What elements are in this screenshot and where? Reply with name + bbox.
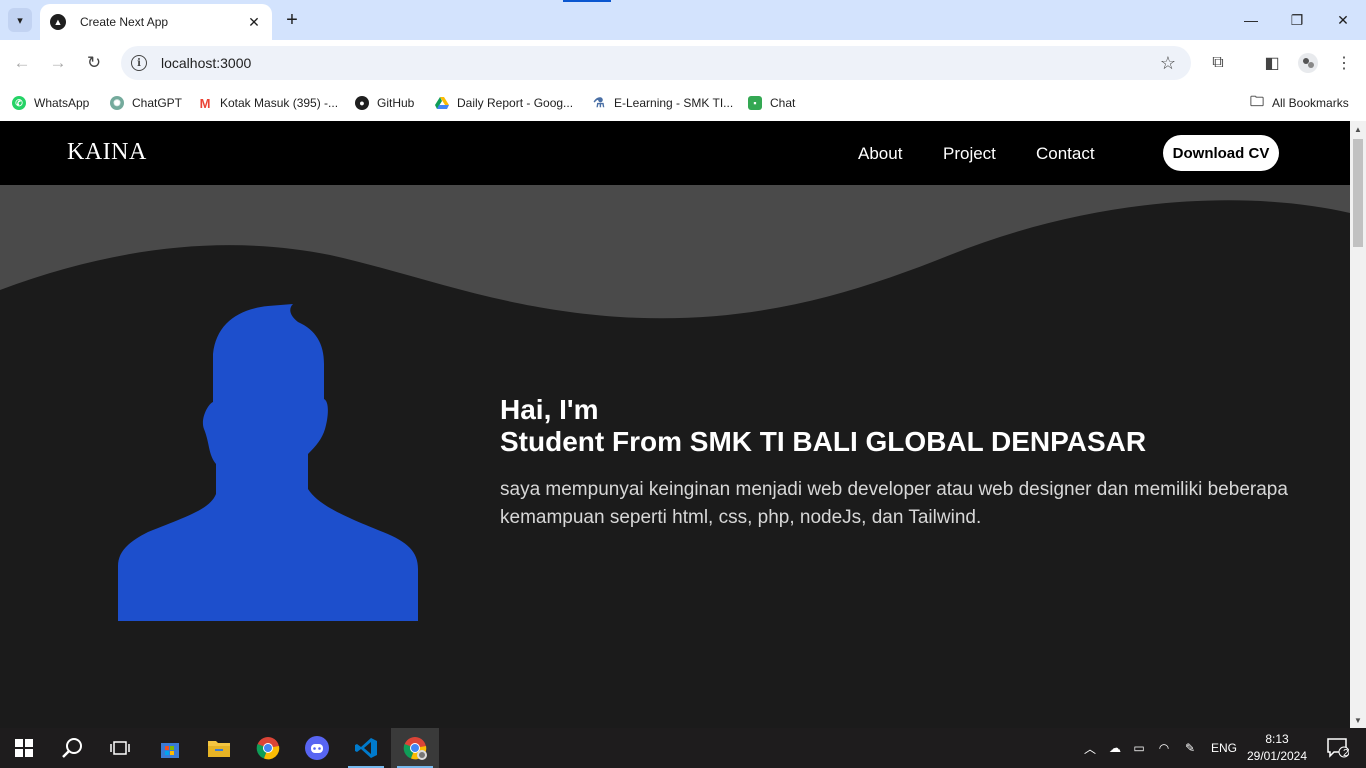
folder-icon: 🗀 [1250, 93, 1264, 109]
bookmark-label: Kotak Masuk (395) -... [220, 96, 339, 110]
bookmark-label: ChatGPT [132, 96, 183, 110]
tabstrip-accent [563, 0, 611, 2]
url-text[interactable]: localhost:3000 [161, 55, 1153, 71]
clock-date: 29/01/2024 [1246, 749, 1308, 763]
menu-kebab-icon[interactable]: ⋮ [1329, 48, 1359, 78]
bookmark-label: WhatsApp [34, 96, 90, 110]
back-button[interactable]: ← [7, 48, 37, 78]
tab-strip: ▾ ▲ Create Next App ✕ + — ❐ ✕ [0, 0, 1366, 40]
restore-button[interactable]: ❐ [1274, 0, 1320, 40]
address-bar[interactable]: i localhost:3000 ☆ [121, 46, 1191, 80]
discord-icon[interactable] [293, 728, 341, 768]
page-scrollbar[interactable]: ▲ ▼ [1350, 121, 1366, 728]
notification-count-badge: 2 [1343, 748, 1349, 759]
language-indicator[interactable]: ENG [1208, 728, 1240, 768]
gmail-icon: M [199, 95, 211, 111]
bookmark-elearning[interactable]: ⚗ E-Learning - SMK TI... [592, 93, 733, 113]
tab-close-icon[interactable]: ✕ [242, 10, 266, 34]
bookmark-daily-report[interactable]: Daily Report - Goog... [435, 93, 573, 113]
bookmark-chat[interactable]: ▪ Chat [748, 93, 795, 113]
hero-title: Student From SMK TI BALI GLOBAL DENPASAR [500, 426, 1147, 457]
nextjs-favicon-icon: ▲ [50, 14, 66, 30]
bookmark-star-icon[interactable]: ☆ [1153, 48, 1183, 78]
chatgpt-icon: ✺ [110, 96, 124, 110]
minimize-button[interactable]: — [1228, 0, 1274, 40]
scroll-thumb[interactable] [1353, 139, 1363, 247]
bookmarks-bar: ✆ WhatsApp ✺ ChatGPT M Kotak Masuk (395)… [0, 86, 1366, 121]
whatsapp-icon: ✆ [12, 96, 26, 110]
google-chat-icon: ▪ [748, 96, 762, 110]
window-close-button[interactable]: ✕ [1320, 0, 1366, 40]
hero-greeting: Hai, I'm [500, 394, 599, 425]
file-explorer-icon[interactable] [195, 728, 243, 768]
chrome-profile-icon[interactable] [391, 728, 439, 768]
pen-icon[interactable]: ✎ [1179, 728, 1201, 768]
reload-button[interactable]: ↻ [79, 48, 109, 78]
bookmark-gmail[interactable]: M Kotak Masuk (395) -... [198, 93, 338, 113]
all-bookmarks-label: All Bookmarks [1272, 96, 1349, 110]
browser-chrome: ▾ ▲ Create Next App ✕ + — ❐ ✕ ← → ↻ i lo… [0, 0, 1366, 121]
site-info-icon[interactable]: i [131, 55, 147, 71]
tab-title: Create Next App [80, 15, 169, 29]
chrome-icon[interactable] [244, 728, 292, 768]
notification-center-icon[interactable]: 2 [1320, 728, 1356, 768]
bookmark-label: E-Learning - SMK TI... [614, 96, 734, 110]
bookmark-label: GitHub [377, 96, 415, 110]
nav-link-project[interactable]: Project [943, 144, 996, 164]
extensions-icon[interactable]: ⧉ [1203, 48, 1233, 78]
bookmark-chatgpt[interactable]: ✺ ChatGPT [110, 93, 182, 113]
hero-description: saya mempunyai keinginan menjadi web dev… [500, 479, 1288, 528]
hero-text: Hai, I'm Student From SMK TI BALI GLOBAL… [500, 394, 1330, 532]
microsoft-store-icon[interactable] [146, 728, 194, 768]
profile-silhouette-image [118, 304, 418, 621]
bookmark-whatsapp[interactable]: ✆ WhatsApp [12, 93, 89, 113]
tray-overflow-chevron-icon[interactable]: ︿ [1080, 728, 1100, 768]
bookmark-label: Chat [770, 96, 796, 110]
wifi-icon[interactable]: ◠ [1153, 728, 1175, 768]
browser-toolbar: ← → ↻ i localhost:3000 ☆ ⧉ ◧ ⋮ [0, 40, 1366, 86]
forward-button[interactable]: → [43, 48, 73, 78]
scroll-down-arrow-icon[interactable]: ▼ [1350, 712, 1366, 728]
onedrive-cloud-icon[interactable]: ☁ [1104, 728, 1126, 768]
google-drive-icon [435, 96, 449, 110]
new-tab-button[interactable]: + [280, 8, 304, 32]
scroll-up-arrow-icon[interactable]: ▲ [1350, 121, 1366, 137]
windows-taskbar: ︿ ☁ ▭ ◠ ✎ ENG 8:13 29/01/2024 2 [0, 728, 1366, 768]
elearning-icon: ⚗ [593, 95, 605, 110]
vscode-icon[interactable] [342, 728, 390, 768]
system-clock[interactable]: 8:13 29/01/2024 [1246, 731, 1308, 765]
bookmark-github[interactable]: ● GitHub [355, 93, 414, 113]
all-bookmarks[interactable]: 🗀 All Bookmarks [1250, 93, 1349, 113]
github-icon: ● [355, 96, 369, 110]
battery-icon[interactable]: ▭ [1128, 728, 1150, 768]
download-cv-button[interactable]: Download CV [1163, 135, 1279, 171]
nav-link-contact[interactable]: Contact [1036, 144, 1095, 164]
site-logo[interactable]: KAINA [67, 139, 147, 166]
side-panel-icon[interactable]: ◧ [1257, 48, 1287, 78]
clock-time: 8:13 [1265, 732, 1289, 746]
task-view-icon[interactable] [96, 728, 144, 768]
search-icon[interactable] [48, 728, 96, 768]
site-navbar: KAINA About Project Contact Download CV [0, 121, 1350, 185]
start-icon[interactable] [0, 728, 48, 768]
nav-link-about[interactable]: About [858, 144, 902, 164]
tab-search-button[interactable]: ▾ [8, 8, 32, 32]
page-viewport: KAINA About Project Contact Download CV … [0, 121, 1350, 728]
profile-avatar-icon[interactable] [1293, 48, 1323, 78]
bookmark-label: Daily Report - Goog... [457, 96, 574, 110]
active-tab[interactable]: ▲ Create Next App ✕ [40, 4, 272, 40]
